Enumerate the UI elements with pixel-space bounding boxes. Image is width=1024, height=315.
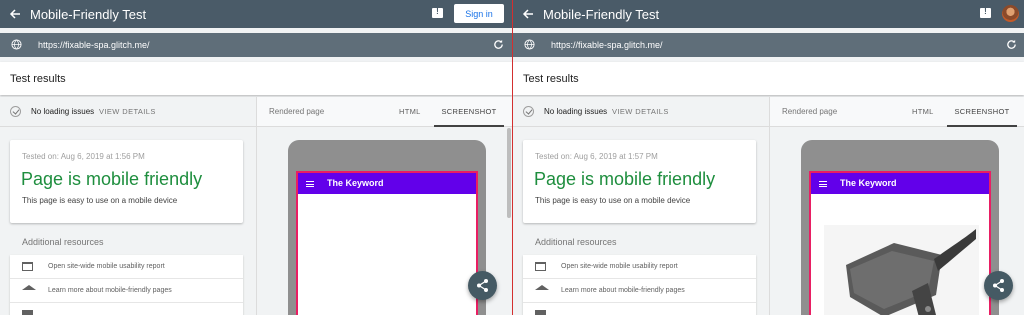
resource-label: Learn more about mobile-friendly pages (561, 287, 685, 294)
resource-label: Open site-wide mobile usability report (561, 263, 678, 270)
resource-label: Open site-wide mobile usability report (48, 263, 165, 270)
results-sidebar: No loading issues VIEW DETAILS Tested on… (513, 97, 769, 315)
results-header: Test results (0, 62, 512, 95)
site-title: The Keyword (840, 178, 897, 188)
additional-resources-title: Additional resources (535, 237, 617, 247)
resource-item[interactable]: Learn more about mobile-friendly pages (10, 279, 243, 303)
feedback-icon[interactable] (980, 7, 991, 18)
hamburger-menu-icon (306, 181, 314, 187)
app-header: Mobile-Friendly Test Sign in (0, 0, 512, 28)
resource-item[interactable]: Learn more about mobile-friendly pages (523, 279, 756, 303)
share-icon (477, 279, 488, 292)
check-circle-icon (523, 106, 534, 117)
graduation-cap-icon (535, 285, 549, 290)
phone-frame: The Keyword (801, 140, 999, 315)
sign-in-button[interactable]: Sign in (454, 4, 504, 23)
share-button[interactable] (468, 271, 497, 300)
tab-html[interactable]: HTML (399, 107, 421, 116)
verdict-description: This page is easy to use on a mobile dev… (22, 196, 178, 205)
tab-screenshot[interactable]: SCREENSHOT (947, 97, 1017, 127)
left-pane: Mobile-Friendly Test Sign in https://fix… (0, 0, 512, 315)
site-app-bar: The Keyword (811, 173, 989, 194)
app-header: Mobile-Friendly Test (513, 0, 1024, 28)
url-bar: https://fixable-spa.glitch.me/ (513, 33, 1024, 57)
hamburger-menu-icon (819, 181, 827, 187)
verdict-headline: Page is mobile friendly (534, 169, 716, 189)
tab-screenshot[interactable]: SCREENSHOT (434, 97, 504, 127)
verdict-description: This page is easy to use on a mobile dev… (535, 196, 691, 205)
verdict-headline: Page is mobile friendly (21, 169, 203, 189)
scrollbar[interactable] (507, 128, 511, 218)
verdict-card: Tested on: Aug 6, 2019 at 1:56 PM Page i… (10, 140, 243, 223)
report-icon (535, 262, 546, 271)
status-row: No loading issues VIEW DETAILS (513, 97, 769, 127)
site-app-bar: The Keyword (298, 173, 476, 194)
back-arrow-icon[interactable] (0, 8, 30, 20)
results-title: Test results (523, 73, 579, 85)
refresh-icon[interactable] (493, 39, 504, 50)
app-title: Mobile-Friendly Test (30, 6, 147, 22)
view-details-link[interactable]: VIEW DETAILS (612, 107, 669, 116)
rendered-screenshot: The Keyword (296, 171, 478, 315)
vr-headset-image (824, 225, 979, 315)
resources-list: Open site-wide mobile usability report L… (10, 255, 243, 315)
tab-html[interactable]: HTML (912, 107, 934, 116)
rendered-page-label: Rendered page (269, 107, 325, 116)
document-icon (535, 310, 546, 315)
rendered-screenshot: The Keyword (809, 171, 991, 315)
refresh-icon[interactable] (1006, 39, 1017, 50)
results-header: Test results (513, 62, 1024, 95)
site-title: The Keyword (327, 178, 384, 188)
share-button[interactable] (984, 271, 1013, 300)
right-pane: Mobile-Friendly Test https://fixable-spa… (513, 0, 1024, 315)
status-row: No loading issues VIEW DETAILS (0, 97, 256, 127)
tested-timestamp: Tested on: Aug 6, 2019 at 1:57 PM (535, 152, 658, 161)
rendered-page-label: Rendered page (782, 107, 838, 116)
tested-timestamp: Tested on: Aug 6, 2019 at 1:56 PM (22, 152, 145, 161)
tested-url[interactable]: https://fixable-spa.glitch.me/ (38, 40, 150, 50)
document-icon (22, 310, 33, 315)
resource-item[interactable] (523, 303, 756, 315)
results-title: Test results (10, 73, 66, 85)
feedback-icon[interactable] (432, 7, 443, 18)
view-details-link[interactable]: VIEW DETAILS (99, 107, 156, 116)
back-arrow-icon[interactable] (513, 8, 543, 20)
preview-tabs: Rendered page HTML SCREENSHOT (257, 97, 512, 127)
globe-icon (11, 39, 22, 50)
status-text: No loading issues (31, 107, 95, 116)
url-bar: https://fixable-spa.glitch.me/ (0, 33, 512, 57)
comparison-view: Mobile-Friendly Test Sign in https://fix… (0, 0, 1024, 315)
verdict-card: Tested on: Aug 6, 2019 at 1:57 PM Page i… (523, 140, 756, 223)
resources-list: Open site-wide mobile usability report L… (523, 255, 756, 315)
resource-label: Learn more about mobile-friendly pages (48, 287, 172, 294)
resource-item[interactable]: Open site-wide mobile usability report (523, 255, 756, 279)
report-icon (22, 262, 33, 271)
status-text: No loading issues (544, 107, 608, 116)
globe-icon (524, 39, 535, 50)
results-sidebar: No loading issues VIEW DETAILS Tested on… (0, 97, 256, 315)
app-title: Mobile-Friendly Test (543, 6, 660, 22)
check-circle-icon (10, 106, 21, 117)
phone-frame: The Keyword (288, 140, 486, 315)
additional-resources-title: Additional resources (22, 237, 104, 247)
graduation-cap-icon (22, 285, 36, 290)
tested-url[interactable]: https://fixable-spa.glitch.me/ (551, 40, 663, 50)
avatar[interactable] (1002, 5, 1019, 22)
resource-item[interactable] (10, 303, 243, 315)
share-icon (993, 279, 1004, 292)
resource-item[interactable]: Open site-wide mobile usability report (10, 255, 243, 279)
preview-tabs: Rendered page HTML SCREENSHOT (770, 97, 1024, 127)
